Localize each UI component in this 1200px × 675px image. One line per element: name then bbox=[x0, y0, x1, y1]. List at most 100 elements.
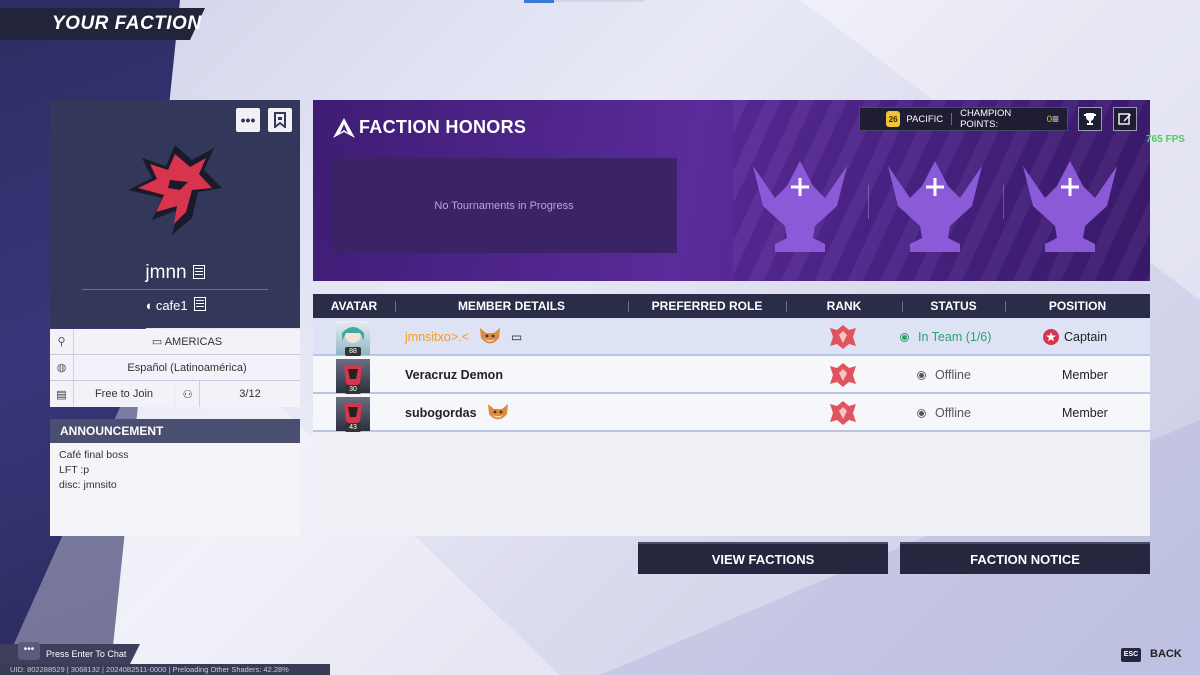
online-status-icon bbox=[900, 332, 909, 342]
members-table: AVATAR MEMBER DETAILS PREFERRED ROLE RAN… bbox=[313, 294, 1150, 536]
member-name[interactable]: subogordas bbox=[405, 406, 477, 420]
status-cell: Offline bbox=[917, 394, 971, 432]
language-value: Español (Latinoamérica) bbox=[127, 361, 247, 374]
region-points-bar: 26 PACIFIC CHAMPION POINTS: 0 ≡ bbox=[859, 107, 1068, 131]
trophy-slot-icon[interactable] bbox=[1015, 156, 1125, 256]
position-cell: Member bbox=[1062, 356, 1108, 394]
bookmark-flag-icon[interactable] bbox=[268, 108, 292, 132]
more-options-icon[interactable]: ••• bbox=[236, 108, 260, 132]
rank-emblem-icon bbox=[830, 363, 856, 387]
member-count-row: ⚇ 3/12 bbox=[176, 381, 300, 407]
column-header-rank: RANK bbox=[826, 299, 862, 313]
member-position: Member bbox=[1062, 406, 1108, 420]
region-value: AMERICAS bbox=[164, 336, 223, 348]
announcement-line: LFT :p bbox=[59, 464, 90, 476]
fox-emblem-icon bbox=[487, 404, 508, 420]
page-title: YOUR FACTION bbox=[52, 13, 202, 34]
captain-star-icon bbox=[1043, 329, 1059, 345]
faction-tag: ◖ cafe1 bbox=[50, 296, 300, 313]
edit-icon[interactable] bbox=[1113, 107, 1137, 131]
back-button[interactable]: BACK bbox=[1150, 648, 1182, 660]
column-header-status: STATUS bbox=[930, 299, 977, 313]
chat-bubble-icon[interactable]: ••• bbox=[18, 642, 40, 660]
esc-key-icon[interactable]: ESC bbox=[1121, 648, 1141, 662]
status-cell: In Team (1/6) bbox=[900, 318, 991, 356]
trophy-slot-icon[interactable] bbox=[880, 156, 990, 256]
copy-name-icon[interactable] bbox=[192, 265, 205, 279]
rank-emblem-icon bbox=[830, 325, 856, 349]
champion-points-label: CHAMPION POINTS: bbox=[960, 108, 1012, 130]
language-row: ◍ Español (Latinoamérica) bbox=[50, 355, 300, 381]
fox-emblem-icon bbox=[479, 328, 500, 344]
menu-icon[interactable]: ≡ bbox=[1052, 112, 1059, 126]
uid-text: UID: 802288529 | 3068132 | 2024082511-00… bbox=[10, 665, 171, 674]
avatar-level: 30 bbox=[345, 385, 361, 394]
join-type-value: Free to Join bbox=[94, 388, 154, 400]
level-badge: 26 bbox=[886, 111, 901, 127]
view-factions-button[interactable]: VIEW FACTIONS bbox=[638, 542, 888, 574]
tag-shield-icon: ◖ bbox=[144, 298, 156, 313]
member-status: In Team (1/6) bbox=[918, 330, 992, 344]
faction-notice-button[interactable]: FACTION NOTICE bbox=[900, 542, 1150, 574]
column-header-member-details: MEMBER DETAILS bbox=[457, 299, 566, 313]
faction-name: jmnn bbox=[50, 262, 300, 284]
position-cell: Captain bbox=[1043, 318, 1107, 356]
divider bbox=[951, 113, 953, 125]
member-count-value: 3/12 bbox=[239, 388, 261, 400]
rank-cell bbox=[828, 394, 858, 432]
member-position: Captain bbox=[1064, 330, 1108, 344]
members-icon: ⚇ bbox=[176, 381, 200, 407]
offline-status-icon bbox=[917, 408, 926, 418]
document-icon: ▤ bbox=[50, 381, 74, 407]
announcement-body: Café final boss LFT :p disc: jmnsito bbox=[50, 443, 300, 536]
avatar-cell: 30 bbox=[336, 356, 370, 394]
position-cell: Member bbox=[1062, 394, 1108, 432]
table-header: AVATAR MEMBER DETAILS PREFERRED ROLE RAN… bbox=[313, 294, 1150, 318]
no-tournaments-message: No Tournaments in Progress bbox=[331, 158, 677, 253]
column-header-avatar: AVATAR bbox=[330, 299, 378, 313]
rank-cell bbox=[828, 318, 858, 356]
faction-profile-card: ••• jmnn ◖ cafe1 bbox=[50, 100, 300, 328]
trophy-button-icon[interactable] bbox=[1078, 107, 1102, 131]
faction-honors-icon bbox=[333, 118, 355, 138]
member-status: Offline bbox=[935, 406, 971, 420]
faction-honors-panel: FACTION HONORS No Tournaments in Progres… bbox=[313, 100, 1150, 281]
member-details-cell: jmnsitxo>.< ▭ bbox=[405, 318, 522, 356]
avatar[interactable]: 30 bbox=[336, 359, 370, 394]
debug-info-bar: UID: 802288529 | 3068132 | 2024082511-00… bbox=[0, 664, 330, 675]
status-cell: Offline bbox=[917, 356, 971, 394]
top-tab-indicator bbox=[524, 0, 554, 3]
column-header-position: POSITION bbox=[1048, 299, 1107, 313]
avatar-cell: 43 bbox=[336, 394, 370, 432]
offline-status-icon bbox=[917, 370, 926, 380]
trophy-slot-icon[interactable] bbox=[745, 156, 855, 256]
avatar-level: 43 bbox=[345, 423, 361, 432]
monitor-icon: ▭ bbox=[151, 336, 165, 348]
fps-counter: 765 FPS bbox=[1146, 134, 1185, 145]
location-pin-icon: ⚲ bbox=[50, 329, 74, 354]
copy-tag-icon[interactable] bbox=[193, 297, 206, 311]
avatar[interactable]: 43 bbox=[336, 397, 370, 432]
table-row[interactable]: 88 jmnsitxo>.< ▭ In Team (1/6) Captain bbox=[313, 318, 1150, 356]
divider bbox=[82, 289, 268, 290]
region-row: ⚲ ▭ AMERICAS bbox=[50, 329, 300, 355]
rank-emblem-icon bbox=[830, 401, 856, 425]
shader-progress-text: Preloading Other Shaders: 42.28% bbox=[172, 665, 289, 674]
member-status: Offline bbox=[935, 368, 971, 382]
region-label: PACIFIC bbox=[906, 113, 944, 125]
faction-name-text: jmnn bbox=[145, 262, 187, 283]
dragon-logo-icon bbox=[128, 145, 222, 235]
member-name[interactable]: Veracruz Demon bbox=[405, 368, 503, 382]
table-row[interactable]: 43 subogordas Offline Member bbox=[313, 394, 1150, 432]
announcement-line: disc: jmnsito bbox=[59, 479, 117, 491]
avatar-cell: 88 bbox=[336, 318, 370, 356]
honors-title: FACTION HONORS bbox=[359, 117, 527, 137]
announcement-heading: ANNOUNCEMENT bbox=[50, 419, 300, 443]
member-position: Member bbox=[1062, 368, 1108, 382]
member-name[interactable]: jmnsitxo>.< bbox=[405, 330, 469, 344]
avatar[interactable]: 88 bbox=[336, 321, 370, 356]
top-tab-line bbox=[554, 0, 644, 2]
table-row[interactable]: 30 Veracruz Demon Offline Member bbox=[313, 356, 1150, 394]
rank-cell bbox=[828, 356, 858, 394]
globe-icon: ◍ bbox=[50, 355, 74, 380]
